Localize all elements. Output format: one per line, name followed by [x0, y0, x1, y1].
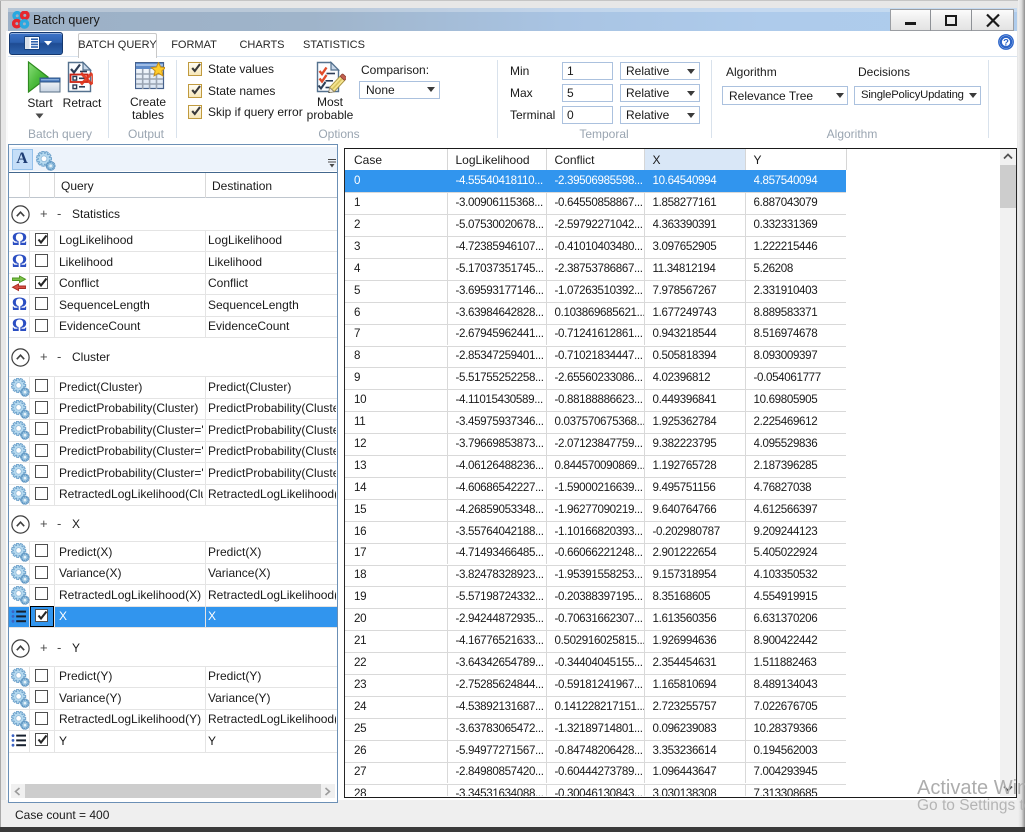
- svg-text:?: ?: [1003, 37, 1009, 48]
